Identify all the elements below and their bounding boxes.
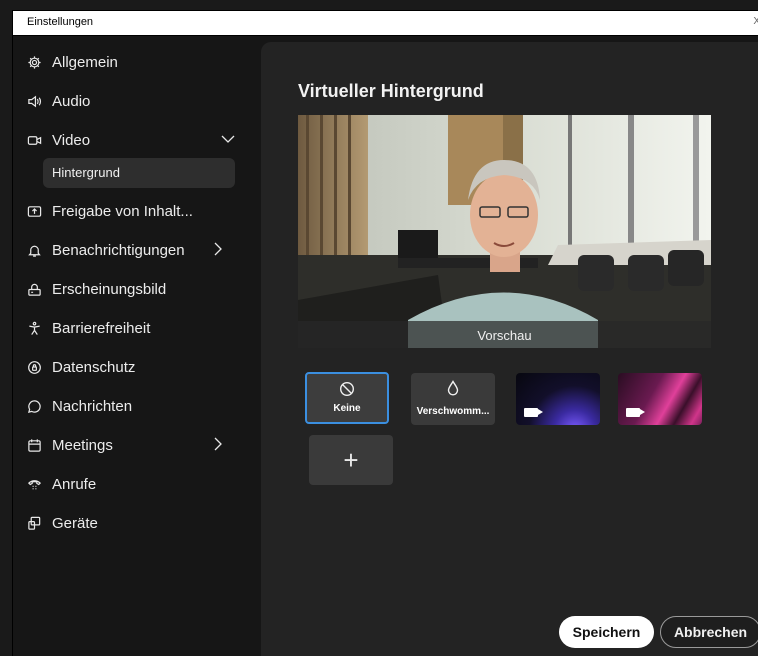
no-symbol-icon (307, 381, 387, 402)
speaker-icon (23, 90, 45, 112)
background-settings-panel: Virtueller Hintergrund Vorschau Keine Ve… (261, 42, 758, 656)
preview-label: Vorschau (298, 321, 711, 348)
privacy-icon (23, 356, 45, 378)
camera-preview: Vorschau (298, 115, 711, 348)
page-title: Virtueller Hintergrund (298, 81, 484, 101)
phone-icon (23, 473, 45, 495)
close-icon[interactable]: X (753, 16, 758, 27)
preview-image (298, 115, 711, 348)
sidebar-item-label: Benachrichtigungen (52, 241, 185, 259)
sidebar: Allgemein Audio Video Hintergrund Freiga… (13, 36, 259, 656)
video-camera-icon (524, 408, 543, 417)
background-blur-option[interactable]: Verschwomm... (411, 373, 495, 425)
chevron-right-icon[interactable] (209, 435, 227, 453)
devices-icon (23, 512, 45, 534)
sidebar-item-video[interactable]: Video (23, 124, 247, 156)
sidebar-item-audio[interactable]: Audio (23, 85, 247, 117)
share-screen-icon (23, 200, 45, 222)
sidebar-item-devices[interactable]: Geräte (23, 507, 247, 539)
background-none-option[interactable]: Keine (305, 372, 389, 424)
sidebar-item-background[interactable]: Hintergrund (43, 158, 235, 188)
sidebar-item-label: Video (52, 131, 91, 149)
sidebar-item-label: Meetings (52, 436, 113, 454)
gear-icon (23, 51, 45, 73)
sidebar-item-messages[interactable]: Nachrichten (23, 390, 247, 422)
sidebar-item-label: Datenschutz (52, 358, 136, 376)
calendar-icon (23, 434, 45, 456)
background-purple-glow-option[interactable] (516, 373, 600, 425)
sidebar-item-label: Geräte (52, 514, 98, 532)
settings-window: Allgemein Audio Video Hintergrund Freiga… (12, 36, 758, 656)
accessibility-icon (23, 317, 45, 339)
sidebar-item-meetings[interactable]: Meetings (23, 429, 247, 461)
add-background-button[interactable]: + (309, 435, 393, 485)
droplet-icon (411, 380, 495, 401)
background-option-label: Verschwomm... (416, 406, 490, 417)
background-pink-waves-option[interactable] (618, 373, 702, 425)
sidebar-item-label: Hintergrund (52, 165, 120, 180)
background-option-label: Keine (333, 403, 361, 414)
appearance-icon (23, 278, 45, 300)
sidebar-item-label: Erscheinungsbild (52, 280, 167, 298)
sidebar-item-label: Audio (52, 92, 91, 110)
sidebar-item-label: Anrufe (52, 475, 97, 493)
sidebar-item-label: Allgemein (52, 53, 118, 71)
cancel-button[interactable]: Abbrechen (660, 616, 758, 648)
sidebar-item-notifications[interactable]: Benachrichtigungen (23, 234, 247, 266)
sidebar-item-label: Barrierefreiheit (52, 319, 151, 337)
bell-icon (23, 239, 45, 261)
window-titlebar: Einstellungen X (12, 10, 758, 36)
sidebar-item-calls[interactable]: Anrufe (23, 468, 247, 500)
save-button[interactable]: Speichern (559, 616, 654, 648)
chevron-right-icon[interactable] (209, 240, 227, 258)
chevron-down-icon[interactable] (219, 130, 237, 148)
sidebar-item-appearance[interactable]: Erscheinungsbild (23, 273, 247, 305)
chat-bubble-icon (23, 395, 45, 417)
sidebar-item-accessibility[interactable]: Barrierefreiheit (23, 312, 247, 344)
sidebar-item-general[interactable]: Allgemein (23, 46, 247, 78)
sidebar-item-content-sharing[interactable]: Freigabe von Inhalt... (23, 195, 247, 227)
window-title: Einstellungen (27, 16, 94, 28)
sidebar-item-privacy[interactable]: Datenschutz (23, 351, 247, 383)
video-camera-icon (23, 129, 45, 151)
sidebar-item-label: Nachrichten (52, 397, 133, 415)
sidebar-item-label: Freigabe von Inhalt... (52, 202, 193, 220)
video-camera-icon (626, 408, 645, 417)
